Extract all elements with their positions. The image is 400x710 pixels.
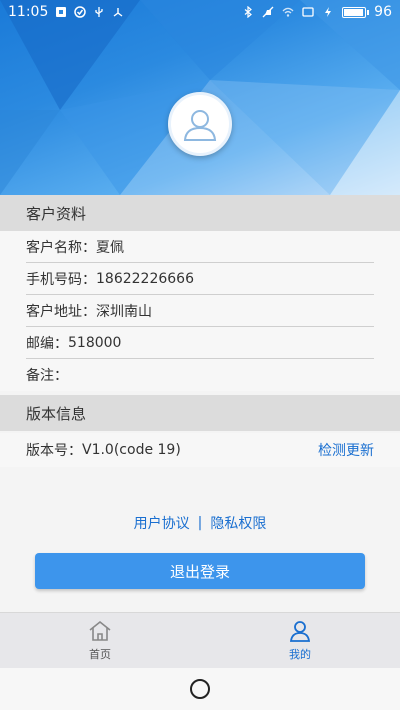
logout-button[interactable]: 退出登录 [35, 553, 365, 589]
info-label: 客户名称： [26, 239, 96, 256]
info-value: 18622226666 [96, 270, 194, 287]
user-agreement-link[interactable]: 用户协议 [134, 513, 190, 533]
user-avatar-icon [183, 110, 217, 141]
tab-home[interactable]: 首页 [0, 613, 200, 668]
charging-icon [325, 7, 332, 17]
version-value: V1.0(code 19) [82, 442, 181, 458]
mute-icon [262, 6, 274, 18]
system-nav-bar [0, 668, 400, 710]
status-time: 11:05 [8, 4, 49, 20]
battery-indicator [342, 6, 370, 18]
info-row-address: 客户地址： 深圳南山 [26, 295, 374, 327]
info-label: 手机号码： [26, 271, 96, 288]
info-value: 深圳南山 [96, 303, 152, 320]
info-label: 客户地址： [26, 303, 96, 320]
section-title: 客户资料 [26, 204, 87, 223]
check-circle-icon [74, 6, 87, 18]
status-bar: 11:05 96 [0, 0, 400, 24]
share-icon [113, 8, 123, 17]
screen-icon [302, 7, 314, 17]
policy-links: 用户协议 | 隐私权限 [0, 513, 400, 533]
info-value: 夏佩 [96, 239, 124, 256]
check-update-link[interactable]: 检测更新 [318, 440, 374, 460]
info-row-remark: 备注： [26, 359, 374, 391]
bluetooth-icon [244, 6, 253, 18]
privacy-link[interactable]: 隐私权限 [210, 513, 266, 533]
bottom-tab-bar: 首页 我的 [0, 612, 400, 668]
system-home-button[interactable] [190, 679, 210, 699]
usb-icon [95, 7, 104, 17]
tab-label: 我的 [289, 648, 311, 661]
section-header-version: 版本信息 [0, 395, 400, 431]
info-row-phone: 手机号码： 18622226666 [26, 263, 374, 295]
notification-icon [56, 7, 67, 17]
home-icon [89, 620, 111, 641]
section-title: 版本信息 [26, 404, 87, 423]
version-label: 版本号： [26, 443, 82, 459]
tab-mine[interactable]: 我的 [200, 613, 400, 668]
info-label: 邮编： [26, 335, 68, 352]
user-icon [289, 621, 311, 642]
avatar[interactable] [168, 92, 232, 156]
info-row-name: 客户名称： 夏佩 [26, 231, 374, 263]
customer-info-list: 客户名称： 夏佩 手机号码： 18622226666 客户地址： 深圳南山 邮编… [0, 231, 400, 391]
info-value: 518000 [68, 334, 122, 351]
profile-header: 11:05 96 [0, 0, 400, 195]
wifi-icon [282, 7, 294, 17]
battery-percent: 96 [374, 4, 392, 20]
tab-label: 首页 [89, 648, 111, 661]
link-separator: | [197, 515, 203, 531]
section-header-customer-info: 客户资料 [0, 195, 400, 231]
info-label: 备注： [26, 368, 68, 384]
version-row: 版本号： V1.0(code 19) 检测更新 [0, 433, 400, 467]
info-row-postcode: 邮编： 518000 [26, 327, 374, 359]
